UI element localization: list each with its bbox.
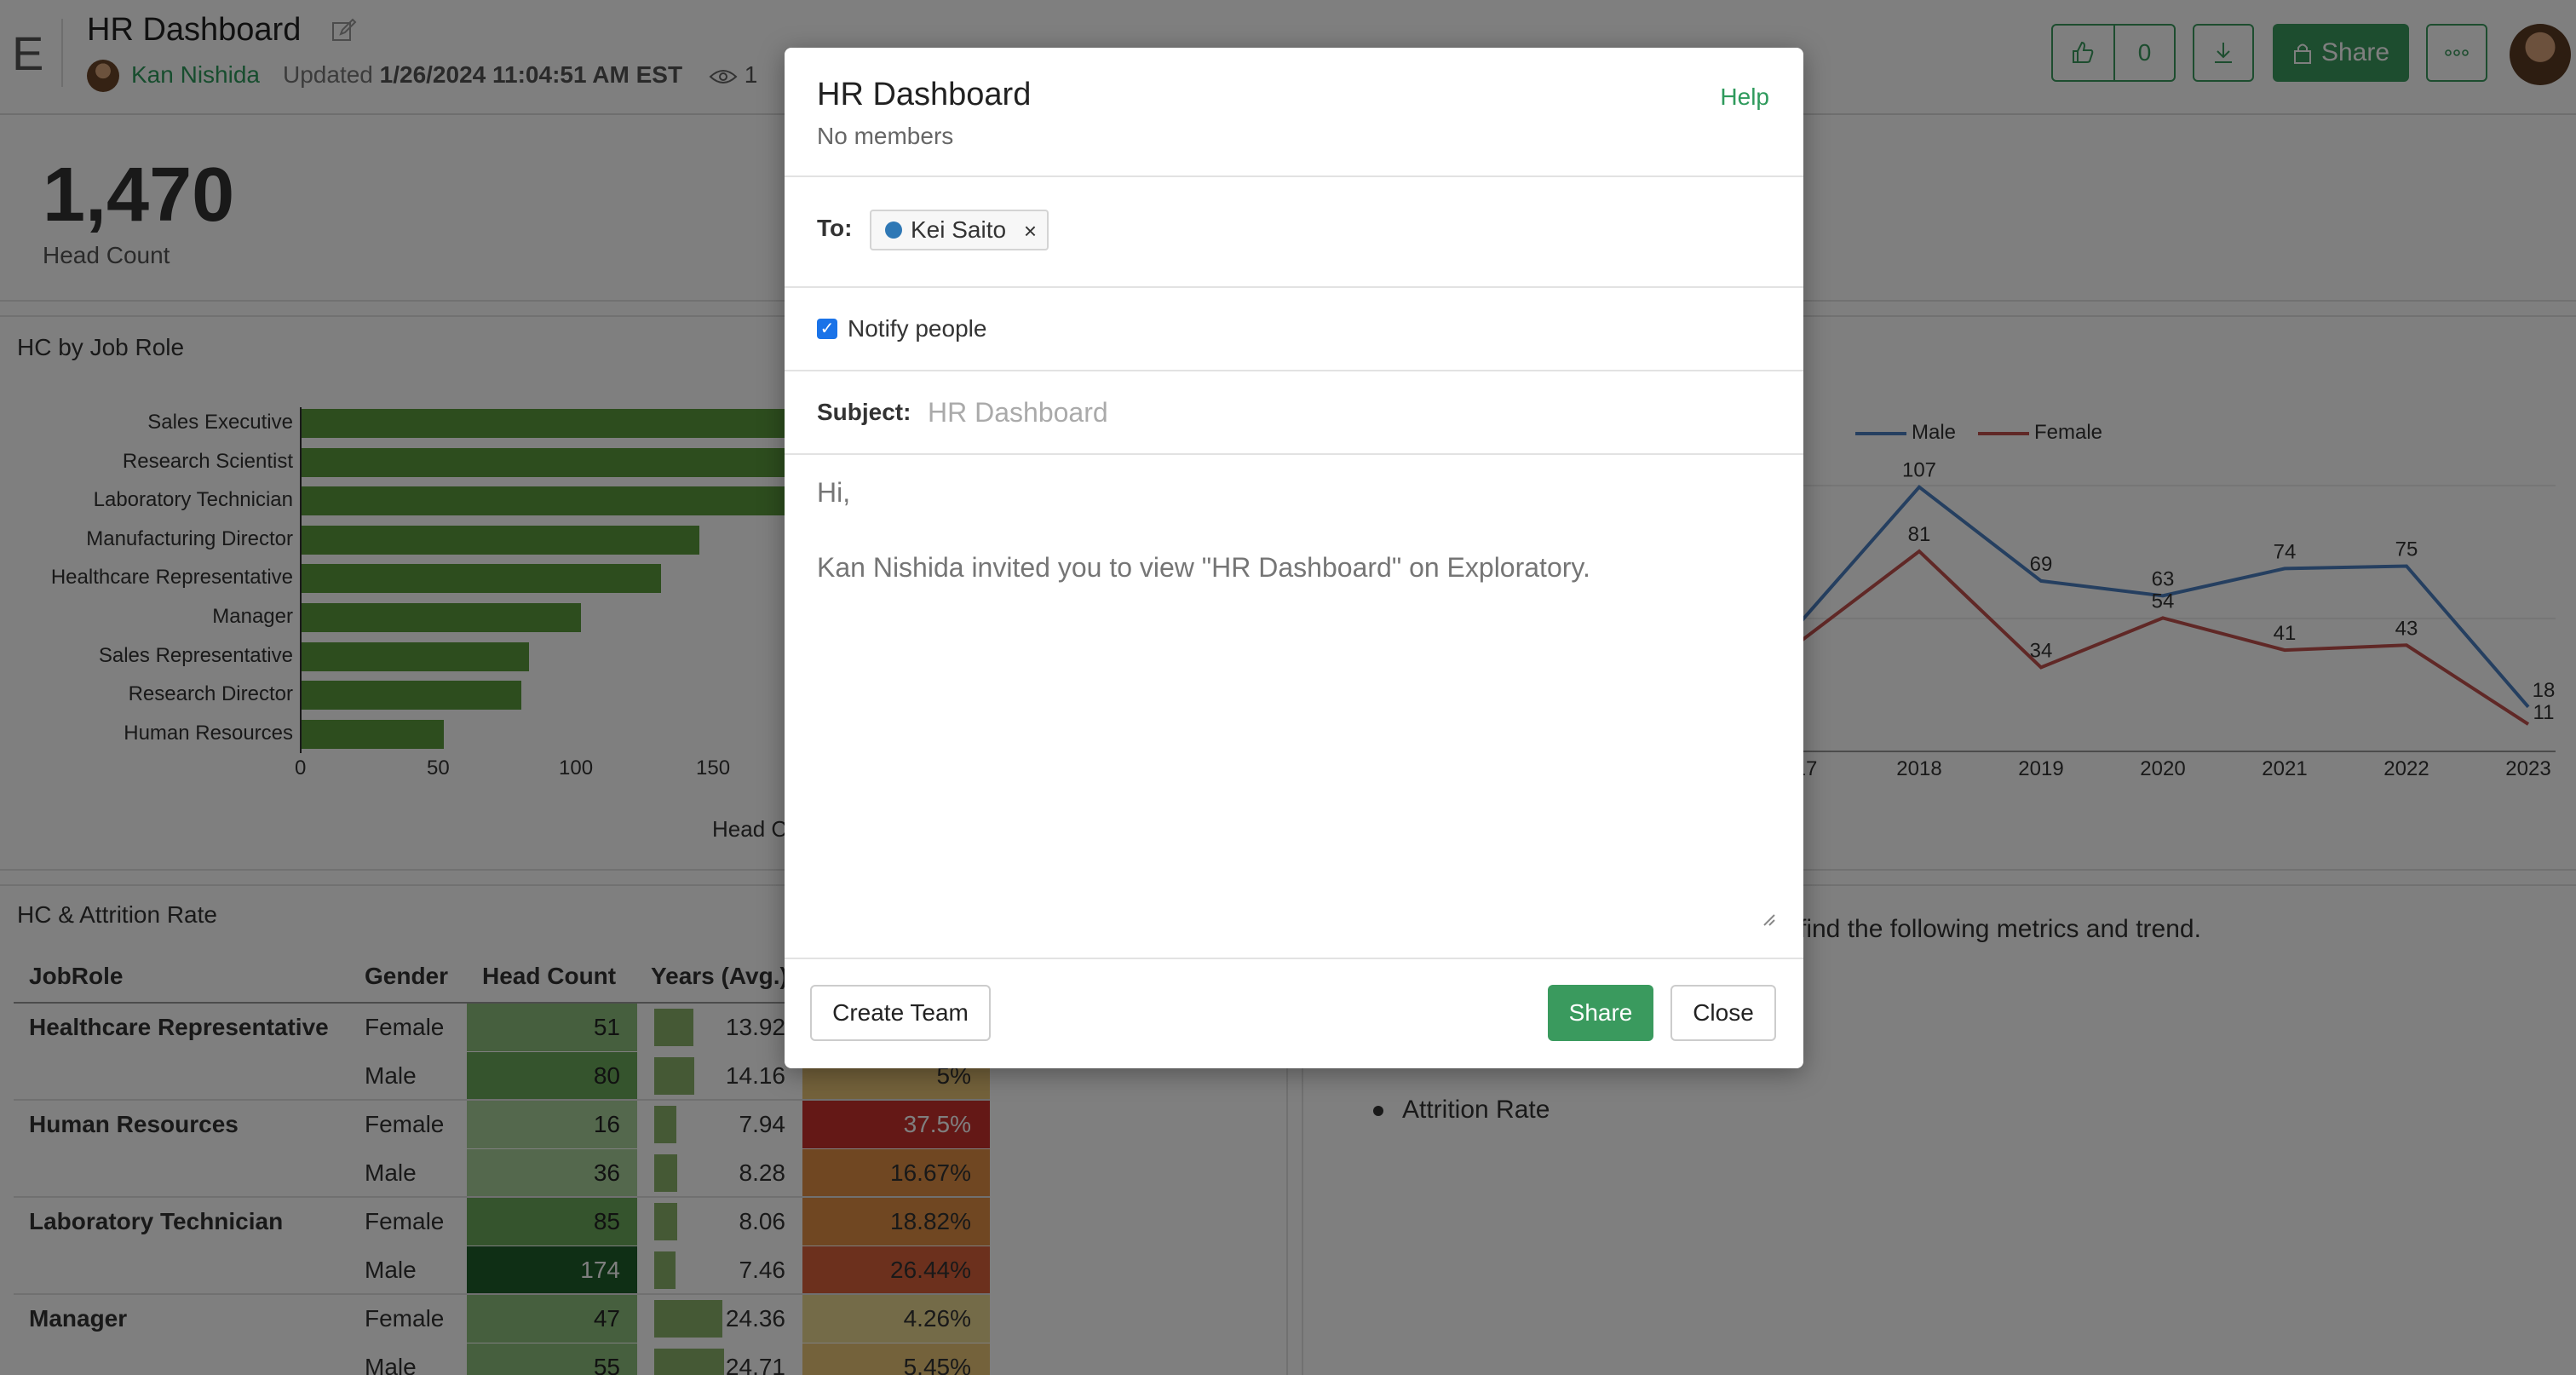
dialog-divider [785,175,1803,177]
dialog-footer: Create Team Share Close [785,958,1803,1068]
message-textarea[interactable] [817,474,1774,978]
dialog-divider [785,286,1803,288]
remove-recipient-icon[interactable]: × [1024,218,1037,245]
share-dialog: HR Dashboard No members Help To: Kei Sai… [785,48,1803,1068]
dialog-divider [785,370,1803,371]
recipient-chip[interactable]: Kei Saito × [870,210,1049,250]
dialog-subtitle: No members [817,123,954,149]
dialog-title: HR Dashboard [817,77,1032,112]
help-link[interactable]: Help [1720,83,1769,111]
dialog-divider [785,453,1803,455]
subject-input[interactable] [928,390,1762,434]
notify-checkbox[interactable]: ✓ [817,319,837,339]
to-label: To: [817,215,853,241]
close-button[interactable]: Close [1670,985,1776,1041]
resize-handle-icon[interactable] [1761,912,1776,927]
create-team-button[interactable]: Create Team [810,985,991,1041]
subject-label: Subject: [817,399,911,425]
user-dot-icon [885,221,902,239]
notify-label[interactable]: Notify people [848,315,986,342]
recipient-name: Kei Saito [911,216,1007,243]
share-submit-button[interactable]: Share [1548,985,1653,1041]
